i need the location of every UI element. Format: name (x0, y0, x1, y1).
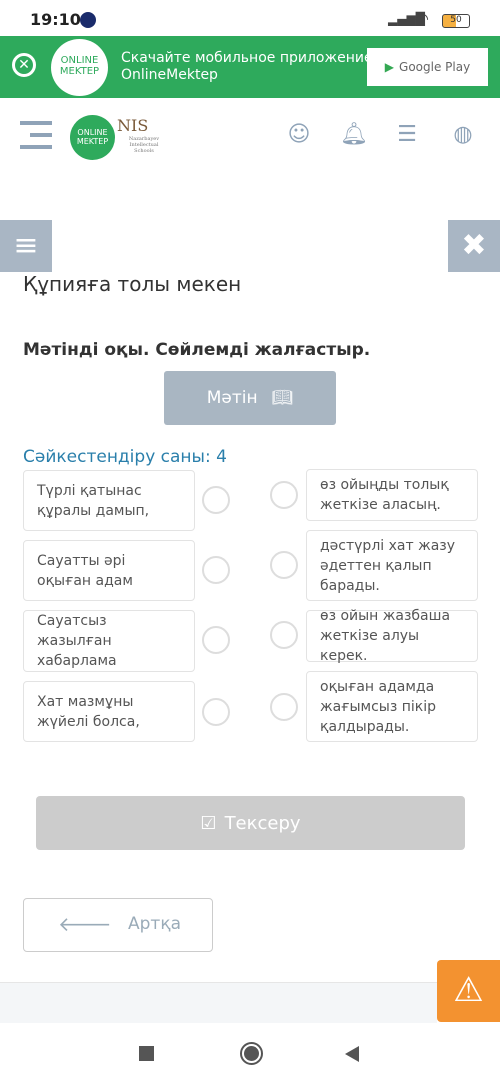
arrow-left-icon: 🡐 (58, 912, 112, 936)
banner-logo: ONLINE MEKTEP (51, 39, 108, 96)
wifi-icon: ◠ (415, 9, 429, 28)
google-play-label: Google Play (399, 60, 471, 74)
left-radio[interactable] (202, 626, 230, 654)
text-button[interactable]: Мәтін 📖︎ (164, 371, 336, 425)
support-icon[interactable]: ☺ (286, 122, 312, 148)
google-play-button[interactable]: ▶ Google Play (367, 48, 488, 86)
online-mektep-logo[interactable]: ONLINE MEKTEP (70, 115, 115, 160)
status-time: 19:10 (30, 10, 81, 29)
bell-icon[interactable]: 🔔︎ (340, 122, 368, 148)
back-button[interactable]: 🡐 Артқа (23, 898, 213, 952)
menu-button[interactable]: ≡ (0, 220, 52, 272)
home-icon[interactable] (240, 1042, 263, 1065)
left-item[interactable]: Сауатсыз жазылған хабарлама (23, 610, 195, 672)
list-icon[interactable]: ☰ (394, 122, 420, 148)
play-icon: ▶ (384, 60, 395, 74)
recents-icon[interactable] (139, 1046, 154, 1061)
left-item[interactable]: Хат мазмұны жүйелі болса, (23, 681, 195, 742)
page-title: Құпияға толы мекен (23, 272, 242, 296)
right-radio[interactable] (270, 621, 298, 649)
instruction: Мәтінді оқы. Сөйлемді жалғастыр. (23, 340, 371, 360)
banner-text-line2: OnlineMektep (121, 67, 218, 83)
left-radio[interactable] (202, 486, 230, 514)
nis-logo: NIS (117, 116, 149, 135)
check-button-label: Тексеру (224, 812, 301, 834)
close-banner-button[interactable]: ✕ (12, 53, 36, 77)
back-button-label: Артқа (128, 914, 182, 934)
checkbox-icon: ☑ (200, 812, 217, 834)
left-radio[interactable] (202, 698, 230, 726)
globe-icon[interactable]: ◍ (450, 122, 476, 148)
right-item[interactable]: оқыған адамда жағымсыз пікір қалдырады. (306, 671, 478, 742)
app-notification-icon (80, 12, 96, 28)
battery-icon: 50 (442, 14, 470, 28)
right-radio[interactable] (270, 481, 298, 509)
check-button[interactable]: ☑ Тексеру (36, 796, 465, 850)
android-nav-bar (0, 1023, 500, 1083)
right-radio[interactable] (270, 693, 298, 721)
book-icon: 📖︎ (271, 388, 294, 408)
banner-text-line1: Скачайте мобильное приложение (121, 50, 373, 66)
left-item[interactable]: Түрлі қатынас құралы дамып, (23, 470, 195, 531)
report-warning-button[interactable]: ⚠ (437, 960, 500, 1022)
right-item[interactable]: өз ойын жазбаша жеткізе алуы керек. (306, 608, 478, 664)
left-item[interactable]: Сауатты әрі оқыған адам (23, 540, 195, 601)
footer (0, 982, 437, 1023)
sidebar-toggle-icon[interactable] (20, 121, 52, 149)
app-download-banner: ✕ ONLINE MEKTEP Скачайте мобильное прило… (0, 36, 500, 98)
nis-subtitle: Nazarbayev Intellectual Schools (128, 136, 160, 154)
text-button-label: Мәтін (206, 388, 258, 408)
back-nav-icon[interactable] (345, 1046, 359, 1062)
left-radio[interactable] (202, 556, 230, 584)
right-radio[interactable] (270, 551, 298, 579)
banner-text: Скачайте мобильное приложение OnlineMekt… (121, 50, 373, 84)
status-bar: 19:10 ▂▄▆█ ◠ 50 (0, 0, 500, 36)
right-item[interactable]: дәстүрлі хат жазу әдеттен қалып барады. (306, 530, 478, 601)
match-count: Сәйкестендіру саны: 4 (23, 447, 227, 467)
right-item[interactable]: өз ойыңды толық жеткізе аласың. (306, 469, 478, 521)
close-button[interactable]: ✖ (448, 220, 500, 272)
